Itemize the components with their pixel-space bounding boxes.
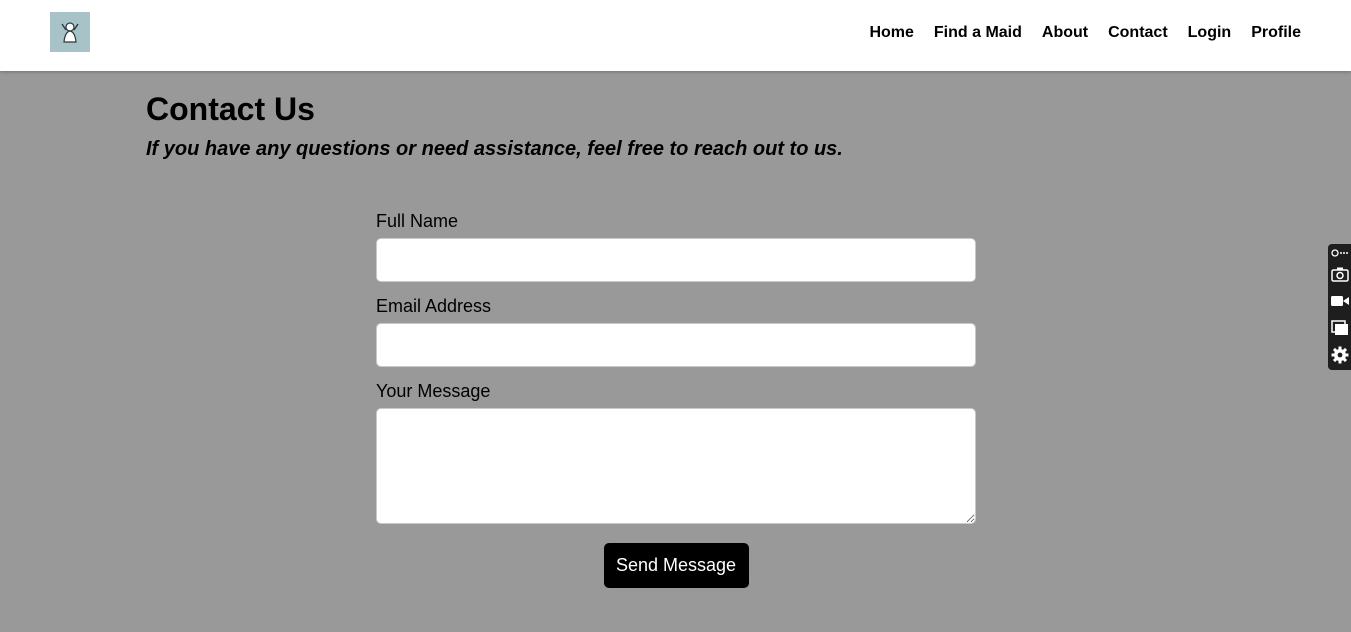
nav-about-link[interactable]: About (1042, 24, 1088, 42)
site-logo[interactable] (50, 12, 90, 52)
nav-login-link[interactable]: Login (1188, 24, 1232, 42)
windows-icon (1330, 319, 1348, 335)
nav-links: Home Find a Maid About Contact Login Pro… (869, 0, 1301, 66)
camera-icon (1330, 267, 1349, 282)
nav-find-maid-link[interactable]: Find a Maid (934, 24, 1022, 42)
page-title: Contact Us (146, 91, 315, 127)
page-subtitle: If you have any questions or need assist… (146, 138, 843, 160)
nav-contact-link[interactable]: Contact (1108, 24, 1168, 42)
submit-row: Send Message (376, 543, 976, 588)
screenshot-button[interactable] (1328, 260, 1351, 287)
link-button[interactable] (1328, 246, 1351, 260)
windows-button[interactable] (1328, 314, 1351, 341)
gear-icon (1331, 346, 1348, 363)
nav-profile-link[interactable]: Profile (1251, 24, 1301, 42)
maid-logo-icon (61, 22, 79, 43)
contact-form: Full Name Email Address Your Message Sen… (376, 210, 976, 588)
video-icon (1330, 295, 1349, 306)
navbar: Home Find a Maid About Contact Login Pro… (0, 0, 1351, 71)
link-icon (1330, 249, 1348, 257)
nav-home-link[interactable]: Home (869, 24, 913, 42)
full-name-input[interactable] (376, 238, 976, 282)
full-name-label: Full Name (376, 211, 459, 231)
email-label: Email Address (376, 296, 492, 316)
email-input[interactable] (376, 323, 976, 367)
record-video-button[interactable] (1328, 287, 1351, 314)
settings-button[interactable] (1328, 341, 1351, 368)
message-label: Your Message (376, 381, 491, 401)
capture-toolbar (1328, 244, 1351, 370)
message-textarea[interactable] (376, 408, 976, 524)
send-message-button[interactable]: Send Message (603, 543, 749, 588)
